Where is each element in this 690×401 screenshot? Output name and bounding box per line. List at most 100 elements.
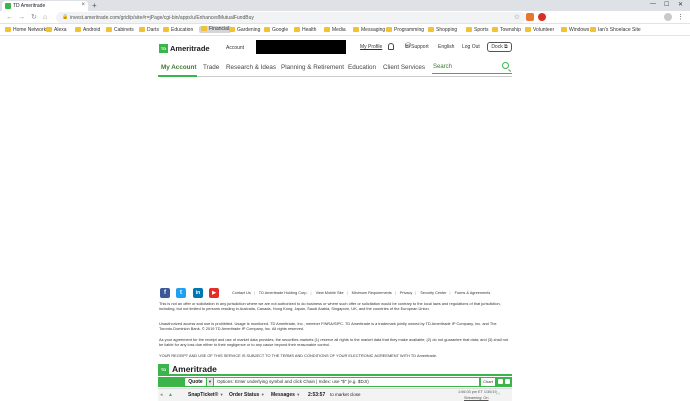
bookmark-item[interactable]: Sports — [466, 27, 488, 33]
window-close-icon[interactable]: ✕ — [678, 1, 683, 8]
address-bar[interactable]: 🔒 invest.ameritrade.com/grid/p/site#r=jP… — [56, 12, 526, 23]
collapse-icon[interactable]: ◂ — [160, 392, 163, 398]
help-icon[interactable] — [498, 379, 503, 384]
chart-button[interactable]: Chart — [481, 378, 495, 386]
security-center-link[interactable]: Security Center — [420, 291, 446, 295]
contact-us-link[interactable]: Contact Us — [232, 291, 251, 295]
bookmark-item[interactable]: Media — [324, 27, 346, 33]
minimize-icon[interactable]: — — [650, 1, 656, 7]
ticket-bar: ◂ ▲ SnapTicket® ▼ Order Status ▼ Message… — [158, 388, 512, 401]
lock-icon: 🔒 — [62, 14, 69, 20]
bookmark-label: Messaging — [361, 27, 386, 33]
market-countdown: 2:53:57 — [308, 392, 326, 398]
td-dock-header: TD Ameritrade — [158, 363, 512, 376]
td-logo-text[interactable]: Ameritrade — [170, 44, 210, 53]
my-profile-link[interactable]: My Profile — [360, 44, 382, 50]
folder-icon — [294, 27, 300, 32]
bookmark-label: Alexa — [54, 27, 67, 33]
hi-support-link[interactable]: Hi Support — [405, 44, 429, 50]
dock-button[interactable]: Dock ⧉ — [487, 42, 512, 52]
order-status-tab[interactable]: Order Status ▼ — [229, 392, 265, 398]
messages-tab[interactable]: Messages ▼ — [271, 392, 300, 398]
bookmark-item[interactable]: Township — [492, 27, 521, 33]
bookmark-item[interactable]: Alexa — [46, 27, 67, 33]
browser-tab[interactable]: TD Ameritrade × — [2, 1, 88, 11]
messages-dropdown-icon: ▼ — [296, 392, 301, 397]
mobile-site-link[interactable]: View Mobile Site — [316, 291, 344, 295]
expand-icon[interactable]: ▲ — [168, 392, 173, 398]
bookmark-star-icon[interactable]: ☆ — [514, 13, 520, 21]
settings-icon[interactable] — [505, 379, 510, 384]
folder-icon — [590, 27, 596, 32]
snapticket-tab[interactable]: SnapTicket® ▼ — [188, 392, 224, 398]
quote-button[interactable]: Quote — [185, 378, 206, 386]
folder-icon — [163, 27, 169, 32]
language-link[interactable]: English — [438, 44, 454, 50]
nav-research-ideas[interactable]: Research & Ideas — [226, 64, 276, 71]
bookmark-item[interactable]: Financial — [199, 26, 232, 33]
bookmark-item[interactable]: Programming — [386, 27, 424, 33]
nav-client-services[interactable]: Client Services — [383, 64, 425, 71]
bookmark-item[interactable]: Education — [163, 27, 193, 33]
folder-icon — [46, 27, 52, 32]
nav-education[interactable]: Education — [348, 64, 376, 71]
bookmark-label: Windows — [569, 27, 590, 33]
bookmark-item[interactable]: Gardening — [229, 27, 260, 33]
folder-icon — [264, 27, 270, 32]
url-text[interactable]: invest.ameritrade.com/grid/p/site#r=jPag… — [70, 15, 254, 21]
quote-dropdown-icon[interactable]: ▼ — [207, 378, 213, 386]
folder-icon — [466, 27, 472, 32]
extension-icon[interactable] — [526, 13, 534, 21]
search-input[interactable]: Search — [433, 64, 452, 70]
folder-icon — [5, 27, 11, 32]
close-tab-icon[interactable]: × — [81, 2, 85, 8]
bookmark-label: Ian's Shoelace Site — [598, 27, 641, 33]
min-requirements-link[interactable]: Minimum Requirements — [352, 291, 392, 295]
bookmark-item[interactable]: Android — [75, 27, 100, 33]
bookmark-item[interactable]: Google — [264, 27, 288, 33]
wifi-icon: ◠ — [496, 392, 501, 398]
twitter-icon[interactable]: t — [176, 288, 186, 298]
bookmark-item[interactable]: Cabinets — [106, 27, 134, 33]
bookmark-item[interactable]: Health — [294, 27, 316, 33]
bookmark-item[interactable]: Darts — [139, 27, 159, 33]
privacy-link[interactable]: Privacy — [400, 291, 412, 295]
bookmark-label: Programming — [394, 27, 425, 33]
home-icon[interactable]: ⌂ — [43, 13, 47, 22]
folder-icon — [139, 27, 145, 32]
profile-avatar-icon[interactable] — [664, 13, 672, 21]
symbol-input[interactable]: Options: Enter underlying symbol and cli… — [214, 378, 479, 386]
youtube-icon[interactable]: ▶ — [209, 288, 219, 298]
extension-icon[interactable] — [538, 13, 546, 21]
browser-menu-icon[interactable]: ⋮ — [677, 13, 684, 21]
account-label: Account — [226, 45, 245, 51]
td-logo-mark[interactable]: TD — [159, 44, 168, 53]
forward-icon[interactable]: → — [18, 13, 25, 22]
linkedin-icon[interactable]: in — [193, 288, 203, 298]
facebook-icon[interactable]: f — [160, 288, 170, 298]
new-tab-button[interactable]: + — [92, 1, 97, 10]
site-search[interactable]: Search — [432, 60, 512, 74]
bookmark-item[interactable]: Volunteer — [525, 27, 554, 33]
forms-agreements-link[interactable]: Forms & Agreements — [455, 291, 491, 295]
log-out-link[interactable]: Log Out — [462, 44, 480, 50]
nav-trade[interactable]: Trade — [203, 64, 219, 71]
bookmark-item[interactable]: Windows — [561, 27, 589, 33]
folder-icon — [201, 26, 207, 31]
nav-planning-retirement[interactable]: Planning & Retirement — [281, 64, 344, 71]
td-dock-logo-text: Ameritrade — [172, 364, 217, 374]
account-selector-redacted[interactable] — [256, 40, 346, 54]
maximize-icon[interactable]: ☐ — [664, 1, 669, 8]
reload-icon[interactable]: ↻ — [31, 13, 37, 22]
bookmark-item[interactable]: Messaging — [353, 27, 385, 33]
search-icon[interactable] — [502, 62, 509, 69]
holding-corp-link[interactable]: TD Ameritrade Holding Corp. — [259, 291, 308, 295]
streaming-status[interactable]: Streaming: On — [464, 396, 488, 400]
back-icon[interactable]: ← — [6, 13, 13, 22]
footer-links: Contact Us | TD Ameritrade Holding Corp. |… — [232, 291, 491, 295]
bookmark-item[interactable]: Home Network — [5, 27, 46, 33]
notifications-bell-icon[interactable] — [388, 43, 394, 50]
nav-my-account[interactable]: My Account — [161, 64, 196, 71]
bookmark-item[interactable]: Ian's Shoelace Site — [590, 27, 641, 33]
bookmark-item[interactable]: Shopping — [428, 27, 457, 33]
